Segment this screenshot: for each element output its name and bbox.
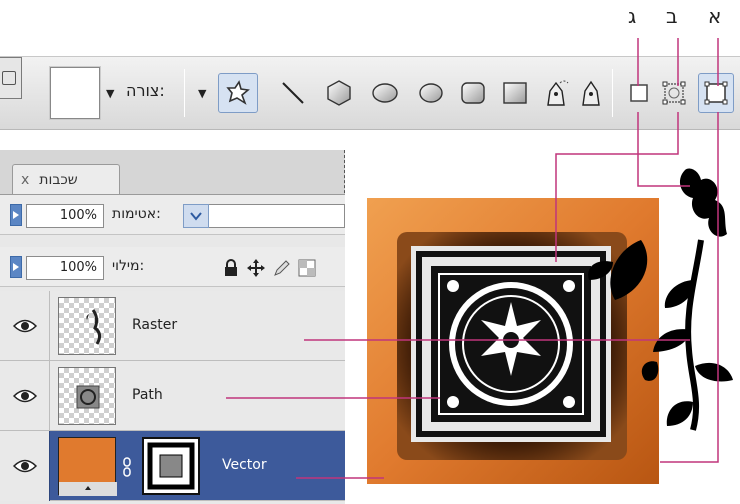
rectangle-tool[interactable] xyxy=(498,73,532,113)
ellipse-tool[interactable] xyxy=(368,73,402,113)
link-icon[interactable] xyxy=(122,457,132,477)
ellipse-tool-2[interactable] xyxy=(414,73,448,113)
fill-label: מילוי: xyxy=(112,258,145,274)
lock-all-icon[interactable] xyxy=(222,259,240,277)
visibility-toggle[interactable] xyxy=(0,431,50,501)
polygon-tool[interactable] xyxy=(322,73,356,113)
opacity-slider-toggle[interactable] xyxy=(10,204,22,226)
layer-row-raster[interactable]: Raster xyxy=(0,291,345,361)
vector-mask-thumbnail xyxy=(142,437,200,495)
layer-name: Path xyxy=(132,387,163,403)
blend-mode-field[interactable] xyxy=(209,204,345,228)
lock-position-icon[interactable] xyxy=(246,258,266,278)
canvas-artwork xyxy=(367,168,733,484)
shape-label: צורה: xyxy=(126,81,165,100)
fill-pixels-button[interactable] xyxy=(626,73,652,113)
close-icon[interactable]: x xyxy=(21,172,29,188)
opacity-row: 100% אטימות: xyxy=(0,195,345,235)
options-toolbar: ▼ צורה: ▼ xyxy=(0,56,740,130)
polygon-icon xyxy=(327,80,351,106)
lock-image-pixels-icon[interactable] xyxy=(272,258,292,278)
shape-layers-button[interactable] xyxy=(698,73,734,113)
opacity-label: אטימות: xyxy=(112,206,161,222)
toolbar-separator xyxy=(184,69,185,117)
pen-tool[interactable] xyxy=(574,73,608,113)
layer-thumbnail-fill xyxy=(58,437,117,496)
fill-field[interactable]: 100% xyxy=(26,256,104,280)
layer-row-vector[interactable]: Vector xyxy=(0,431,345,501)
lock-transparent-pixels-icon[interactable] xyxy=(298,259,316,277)
rounded-rectangle-tool[interactable] xyxy=(456,73,490,113)
shape-layers-icon xyxy=(704,81,728,105)
eye-icon xyxy=(12,389,37,403)
layers-panel: x שכבות 100% אטימות: 100% מילוי: Raster … xyxy=(0,150,345,504)
layer-name: Raster xyxy=(132,317,178,333)
line-tool[interactable] xyxy=(276,73,310,113)
paths-icon xyxy=(662,81,686,105)
shape-picker-arrow[interactable]: ▼ xyxy=(198,87,206,100)
visibility-toggle[interactable] xyxy=(0,291,50,361)
blend-mode-dropdown-button[interactable] xyxy=(183,204,209,228)
layers-panel-body: 100% אטימות: 100% מילוי: Raster Path Vec… xyxy=(0,194,345,504)
blob-shape-icon xyxy=(226,80,250,105)
style-swatch[interactable] xyxy=(50,67,100,119)
rectangle-icon xyxy=(503,82,527,104)
pen-icon xyxy=(582,80,600,106)
layer-name: Vector xyxy=(222,457,267,473)
tool-preset-button[interactable] xyxy=(0,57,22,99)
toolbar-separator-2 xyxy=(612,69,613,117)
rounded-rectangle-icon xyxy=(461,82,485,104)
callout-letter-bet: ב xyxy=(666,4,678,28)
fill-slider-toggle[interactable] xyxy=(10,256,22,278)
freeform-pen-tool[interactable] xyxy=(540,73,574,113)
layer-thumbnail-path xyxy=(58,367,116,425)
callout-letter-alef: א xyxy=(708,4,722,28)
opacity-field[interactable]: 100% xyxy=(26,204,104,228)
paths-button[interactable] xyxy=(660,73,688,113)
eye-icon xyxy=(12,319,37,333)
freeform-pen-icon xyxy=(547,80,569,106)
visibility-toggle[interactable] xyxy=(0,361,50,431)
callout-letter-gimel: ג xyxy=(628,4,637,28)
line-icon xyxy=(282,82,304,104)
eye-icon xyxy=(12,459,37,473)
ellipse-icon xyxy=(372,83,398,103)
fill-row: 100% מילוי: xyxy=(0,247,345,287)
lock-controls xyxy=(222,257,344,279)
custom-shape-tool[interactable] xyxy=(218,73,258,113)
tab-layers[interactable]: x שכבות xyxy=(12,164,120,194)
layer-row-path[interactable]: Path xyxy=(0,361,345,431)
tab-label: שכבות xyxy=(39,171,78,188)
chevron-down-icon xyxy=(190,212,202,221)
fill-pixels-icon xyxy=(630,84,648,102)
layer-thumbnail-raster xyxy=(58,297,116,355)
style-dropdown-arrow[interactable]: ▼ xyxy=(106,87,114,100)
circle-icon xyxy=(419,83,443,103)
